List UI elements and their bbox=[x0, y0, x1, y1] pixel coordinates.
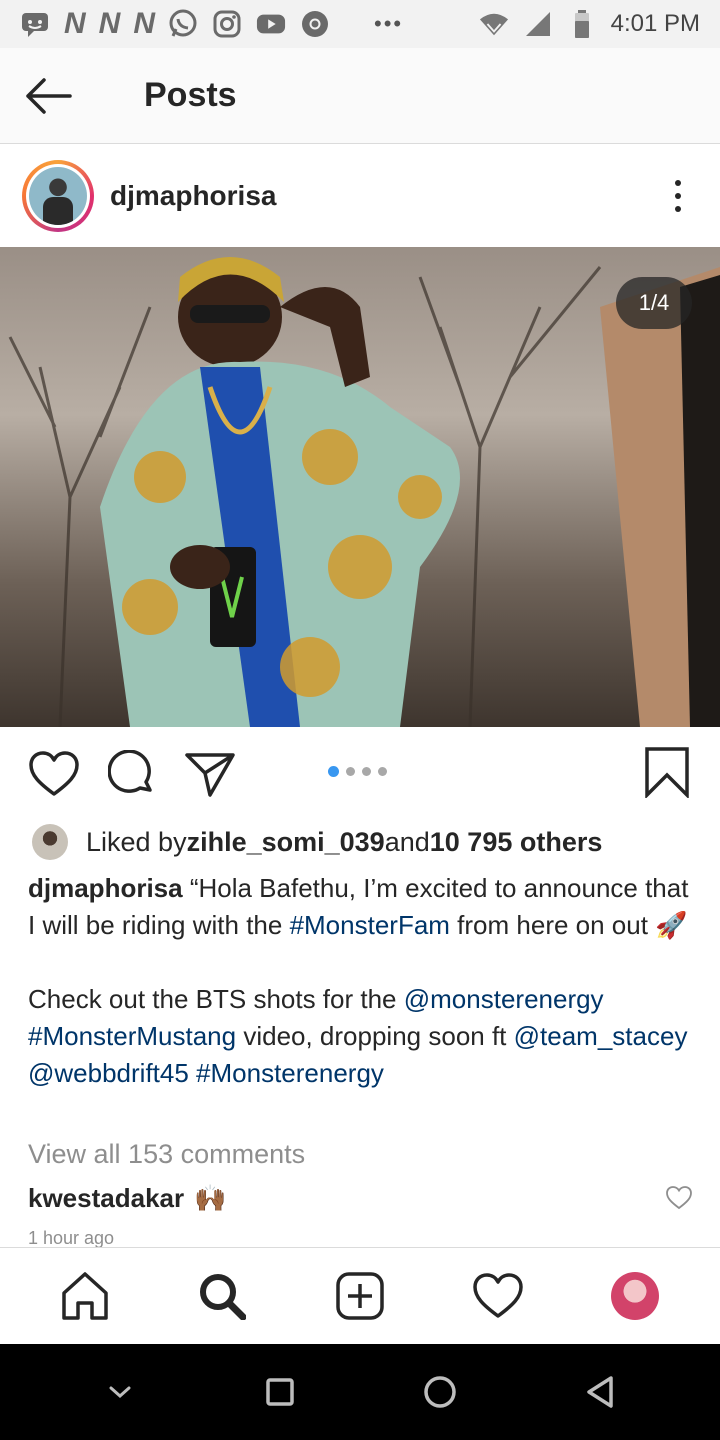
messaging-icon bbox=[20, 9, 50, 39]
author-username[interactable]: djmaphorisa bbox=[110, 180, 276, 212]
bookmark-icon bbox=[645, 747, 689, 800]
system-navigation-bar bbox=[0, 1344, 720, 1440]
heart-icon bbox=[29, 751, 79, 796]
comment-like-heart-icon[interactable] bbox=[666, 1185, 692, 1211]
system-status: 4:01 PM bbox=[479, 9, 700, 39]
search-icon bbox=[200, 1274, 247, 1320]
mention-link[interactable]: @team_stacey bbox=[514, 1021, 688, 1051]
comment-username[interactable]: kwestadakar bbox=[28, 1183, 184, 1214]
hashtag-link[interactable]: #MonsterMustang bbox=[28, 1021, 236, 1051]
view-all-comments-link[interactable]: View all 153 comments bbox=[28, 1139, 305, 1170]
liker-avatar bbox=[32, 824, 68, 860]
carousel-indicator bbox=[328, 766, 387, 777]
home-icon bbox=[62, 1272, 108, 1320]
liker-username[interactable]: zihle_somi_039 bbox=[187, 827, 385, 858]
add-post-icon bbox=[336, 1272, 384, 1320]
caption-text: from here on out 🚀 bbox=[449, 910, 688, 940]
post-actions bbox=[0, 728, 720, 820]
save-button[interactable] bbox=[644, 746, 694, 802]
caption-text: video, dropping soon ft bbox=[236, 1021, 514, 1051]
comment-text: 🙌🏾 bbox=[194, 1182, 227, 1213]
bottom-navigation bbox=[0, 1247, 720, 1344]
wifi-icon bbox=[479, 9, 509, 39]
system-home-button[interactable] bbox=[410, 1362, 470, 1422]
carousel-dot-active bbox=[328, 766, 339, 777]
likes-summary[interactable]: Liked by zihle_somi_039 and 10 795 other… bbox=[32, 822, 602, 862]
caption-text: Check out the BTS shots for the bbox=[28, 984, 404, 1014]
more-dot-icon bbox=[675, 180, 681, 186]
recents-button[interactable] bbox=[250, 1362, 310, 1422]
more-dot-icon bbox=[675, 193, 681, 199]
likes-and: and bbox=[384, 826, 430, 857]
whatsapp-icon bbox=[168, 9, 198, 39]
more-notifications-icon: ••• bbox=[374, 11, 404, 36]
home-circle-icon bbox=[424, 1376, 456, 1408]
hashtag-link[interactable]: #MonsterFam bbox=[290, 910, 450, 940]
comment-button[interactable] bbox=[104, 746, 160, 802]
send-paper-plane-icon bbox=[185, 753, 235, 797]
author-avatar[interactable] bbox=[22, 160, 94, 232]
post-header: djmaphorisa bbox=[0, 145, 720, 247]
page-title: Posts bbox=[144, 76, 237, 114]
caption-space bbox=[189, 1058, 196, 1088]
nav-search[interactable] bbox=[190, 1264, 254, 1328]
photo-scene bbox=[8, 257, 720, 727]
post-photo[interactable]: 1/4 bbox=[0, 247, 720, 727]
activity-heart-icon bbox=[472, 1273, 523, 1318]
chevron-down-icon bbox=[109, 1386, 131, 1399]
back-arrow-icon bbox=[26, 77, 72, 114]
profile-avatar bbox=[611, 1272, 660, 1320]
battery-icon bbox=[567, 9, 597, 39]
hide-keyboard-button[interactable] bbox=[90, 1362, 150, 1422]
more-options-button[interactable] bbox=[658, 166, 698, 226]
mention-link[interactable]: @monsterenergy bbox=[404, 984, 604, 1014]
photo-counter: 1/4 bbox=[616, 277, 692, 329]
carousel-dot bbox=[346, 767, 355, 776]
likes-prefix: Liked by bbox=[86, 826, 187, 857]
carousel-dot bbox=[378, 767, 387, 776]
system-back-button[interactable] bbox=[570, 1362, 630, 1422]
post-caption: djmaphorisa “Hola Bafethu, I’m excited t… bbox=[28, 870, 698, 1092]
app-header: Posts bbox=[0, 48, 720, 144]
signal-icon bbox=[523, 9, 553, 39]
like-button[interactable] bbox=[26, 746, 82, 802]
chrome-icon bbox=[300, 9, 330, 39]
clock: 4:01 PM bbox=[610, 10, 700, 37]
hashtag-link[interactable]: #Monsterenergy bbox=[196, 1058, 384, 1088]
author-avatar-image bbox=[29, 167, 87, 225]
recents-square-icon bbox=[266, 1378, 294, 1406]
nav-home[interactable] bbox=[53, 1264, 117, 1328]
notification-icons: N N N ••• bbox=[20, 7, 403, 41]
n-icon: N bbox=[64, 7, 86, 40]
nav-profile[interactable] bbox=[603, 1264, 667, 1328]
likes-others-count[interactable]: 10 795 others bbox=[430, 827, 603, 858]
instagram-icon bbox=[212, 9, 242, 39]
youtube-icon bbox=[256, 9, 286, 39]
caption-paragraph: djmaphorisa “Hola Bafethu, I’m excited t… bbox=[28, 870, 698, 944]
share-button[interactable] bbox=[182, 746, 238, 802]
comment-bubble-icon bbox=[108, 750, 152, 793]
more-dot-icon bbox=[675, 206, 681, 212]
n-icon: N bbox=[98, 7, 121, 40]
carousel-dot bbox=[362, 767, 371, 776]
nav-new-post[interactable] bbox=[328, 1264, 392, 1328]
status-bar: N N N ••• 4:01 PM bbox=[0, 0, 720, 48]
caption-username[interactable]: djmaphorisa bbox=[28, 873, 183, 903]
n-icon: N bbox=[133, 7, 155, 40]
back-triangle-icon bbox=[587, 1376, 613, 1408]
nav-activity[interactable] bbox=[466, 1264, 530, 1328]
comment-item: kwestadakar 🙌🏾 bbox=[28, 1178, 692, 1218]
post-timestamp: 1 hour ago bbox=[28, 1228, 115, 1248]
mention-link[interactable]: @webbdrift45 bbox=[28, 1058, 189, 1088]
caption-paragraph: Check out the BTS shots for the @monster… bbox=[28, 981, 698, 1092]
back-button[interactable] bbox=[0, 48, 96, 144]
